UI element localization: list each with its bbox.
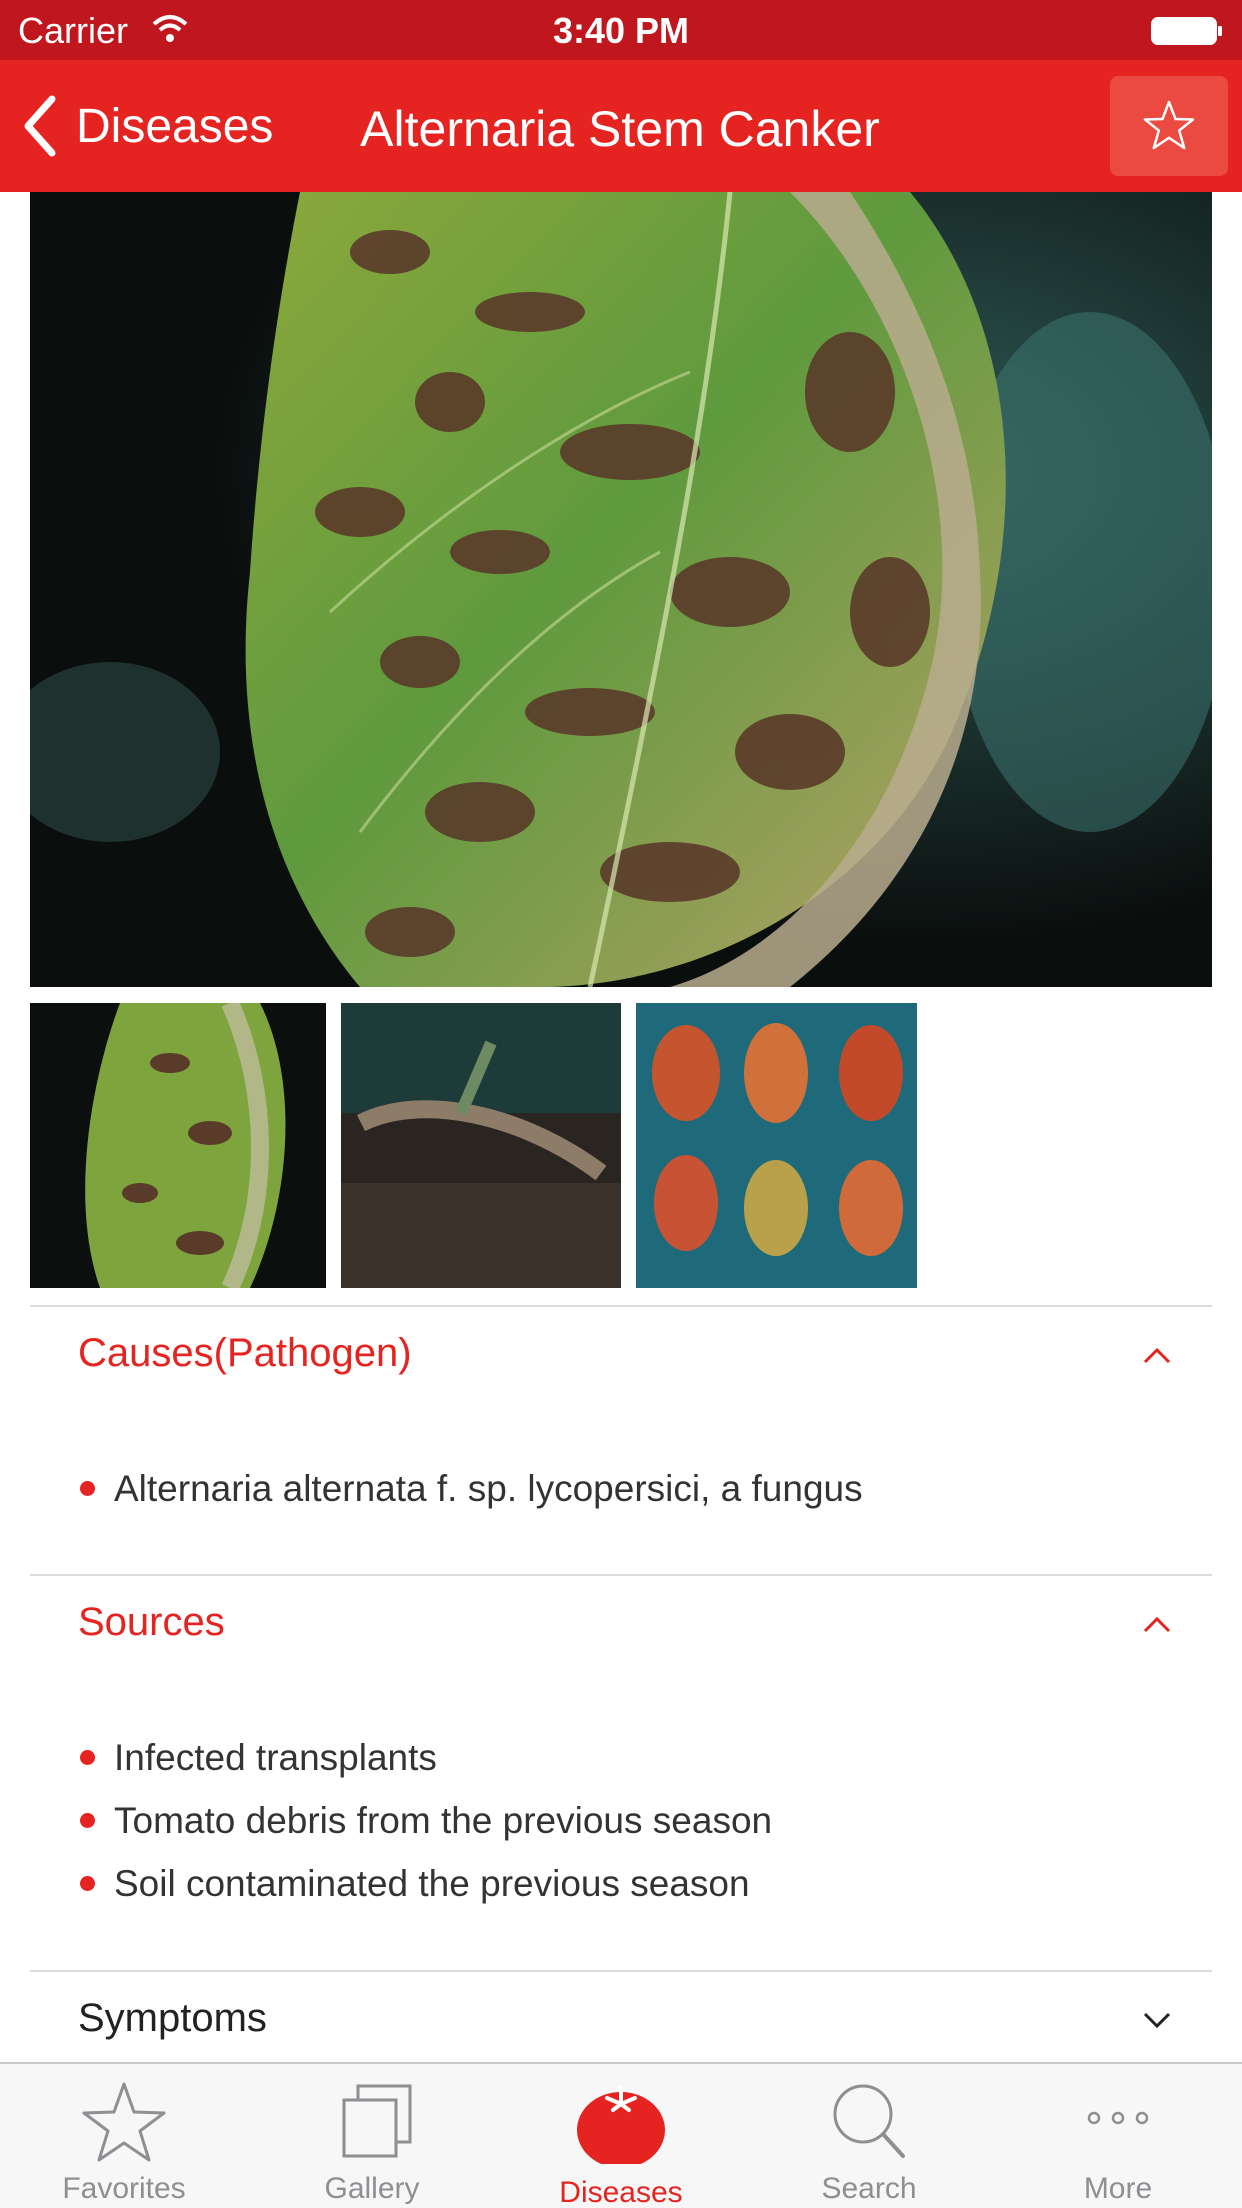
list-item: Tomato debris from the previous season (78, 1797, 772, 1860)
bullet-icon (80, 1876, 95, 1891)
causes-list: Alternaria alternata f. sp. lycopersici,… (78, 1465, 863, 1528)
back-label: Diseases (76, 99, 274, 153)
main-disease-photo[interactable] (30, 192, 1212, 987)
causes-title: Causes(Pathogen) (78, 1331, 412, 1375)
back-button[interactable]: Diseases (20, 90, 273, 162)
tab-search[interactable]: Search (745, 2064, 993, 2208)
tab-label: More (1083, 2172, 1153, 2205)
list-item: Soil contaminated the previous season (78, 1860, 772, 1923)
tab-label: Gallery (324, 2172, 420, 2205)
symptoms-title: Symptoms (78, 1996, 267, 2040)
tab-diseases[interactable]: Diseases (497, 2064, 745, 2208)
chevron-up-icon (1143, 1347, 1171, 1364)
tab-gallery[interactable]: Gallery (248, 2064, 496, 2208)
star-icon (1143, 100, 1195, 150)
search-icon (833, 2084, 905, 2158)
list-item-text: Infected transplants (114, 1737, 437, 1778)
chevron-up-icon (1143, 1616, 1171, 1633)
sources-section-header[interactable]: Sources (30, 1576, 1212, 1672)
tab-favorites[interactable]: Favorites (0, 2064, 248, 2208)
list-item-text: Tomato debris from the previous season (114, 1800, 773, 1841)
tab-label: Favorites (62, 2172, 186, 2205)
gallery-icon (342, 2084, 412, 2158)
list-item-text: Alternaria alternata f. sp. lycopersici,… (114, 1468, 863, 1509)
list-item: Infected transplants (78, 1734, 772, 1797)
sources-list: Infected transplants Tomato debris from … (78, 1734, 772, 1923)
star-icon (82, 2082, 166, 2162)
bullet-icon (80, 1750, 95, 1765)
more-icon (1087, 2111, 1149, 2125)
thumbnail-2[interactable] (341, 1003, 621, 1288)
thumbnail-3[interactable] (636, 1003, 917, 1288)
bullet-icon (80, 1481, 95, 1496)
sources-title: Sources (78, 1600, 225, 1644)
symptoms-section-header[interactable]: Symptoms (30, 1972, 1212, 2068)
page-title: Alternaria Stem Canker (360, 101, 880, 157)
chevron-left-icon (24, 95, 56, 157)
bullet-icon (80, 1813, 95, 1828)
tab-label: Diseases (559, 2176, 683, 2208)
status-time: 3:40 PM (552, 10, 690, 51)
tab-bar: Favorites Gallery Diseases Search More (0, 2062, 1242, 2208)
tab-more[interactable]: More (994, 2064, 1242, 2208)
chevron-down-icon (1143, 2012, 1171, 2029)
battery-icon (1151, 17, 1222, 45)
tab-label: Search (821, 2172, 917, 2205)
list-item-text: Soil contaminated the previous season (114, 1863, 750, 1904)
status-bar: Carrier 3:40 PM (0, 0, 1242, 60)
tomato-icon (577, 2086, 665, 2164)
list-item: Alternaria alternata f. sp. lycopersici,… (78, 1465, 863, 1528)
navigation-bar: Diseases Alternaria Stem Canker (0, 60, 1242, 192)
thumbnail-1[interactable] (30, 1003, 326, 1288)
causes-section-header[interactable]: Causes(Pathogen) (30, 1307, 1212, 1403)
favorite-button[interactable] (1110, 76, 1228, 176)
